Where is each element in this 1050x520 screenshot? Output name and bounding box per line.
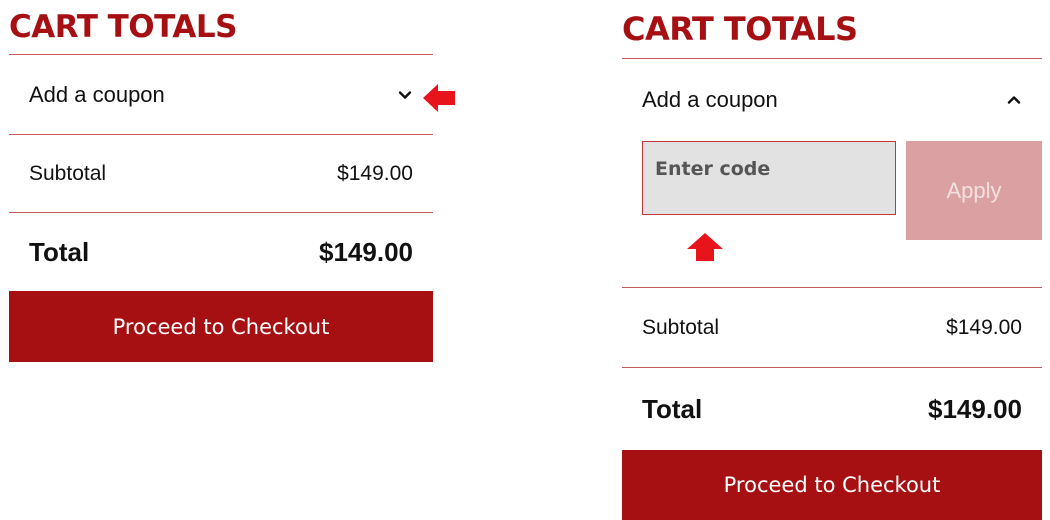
proceed-to-checkout-button[interactable]: Proceed to Checkout — [622, 450, 1042, 520]
proceed-to-checkout-button[interactable]: Proceed to Checkout — [9, 291, 433, 362]
chevron-down-icon — [398, 90, 412, 99]
subtotal-label: Subtotal — [29, 161, 107, 185]
subtotal-value: $149.00 — [337, 161, 413, 185]
subtotal-value: $149.00 — [946, 315, 1022, 339]
coupon-code-input[interactable] — [642, 141, 896, 215]
cart-totals-title: CART TOTALS — [9, 0, 433, 55]
cart-totals-expanded: CART TOTALS Add a coupon Apply Subtotal … — [622, 0, 1042, 520]
coupon-toggle[interactable]: Add a coupon — [9, 55, 433, 135]
coupon-label: Add a coupon — [29, 81, 165, 107]
arrow-up-icon — [687, 233, 723, 261]
total-label: Total — [29, 236, 90, 267]
total-value: $149.00 — [928, 393, 1022, 424]
total-label: Total — [642, 393, 703, 424]
chevron-up-icon — [1007, 96, 1021, 104]
coupon-label: Add a coupon — [642, 87, 778, 112]
subtotal-label: Subtotal — [642, 315, 720, 339]
total-value: $149.00 — [319, 236, 413, 267]
arrow-left-icon — [423, 84, 455, 112]
subtotal-row: Subtotal $149.00 — [622, 288, 1042, 368]
cart-totals-title: CART TOTALS — [622, 0, 1042, 59]
coupon-form: Apply — [622, 141, 1042, 288]
total-row: Total $149.00 — [9, 213, 433, 291]
apply-coupon-button[interactable]: Apply — [906, 141, 1042, 240]
subtotal-row: Subtotal $149.00 — [9, 135, 433, 213]
total-row: Total $149.00 — [622, 368, 1042, 450]
coupon-toggle[interactable]: Add a coupon — [622, 59, 1042, 141]
cart-totals-collapsed: CART TOTALS Add a coupon Subtotal $149.0… — [9, 0, 433, 362]
